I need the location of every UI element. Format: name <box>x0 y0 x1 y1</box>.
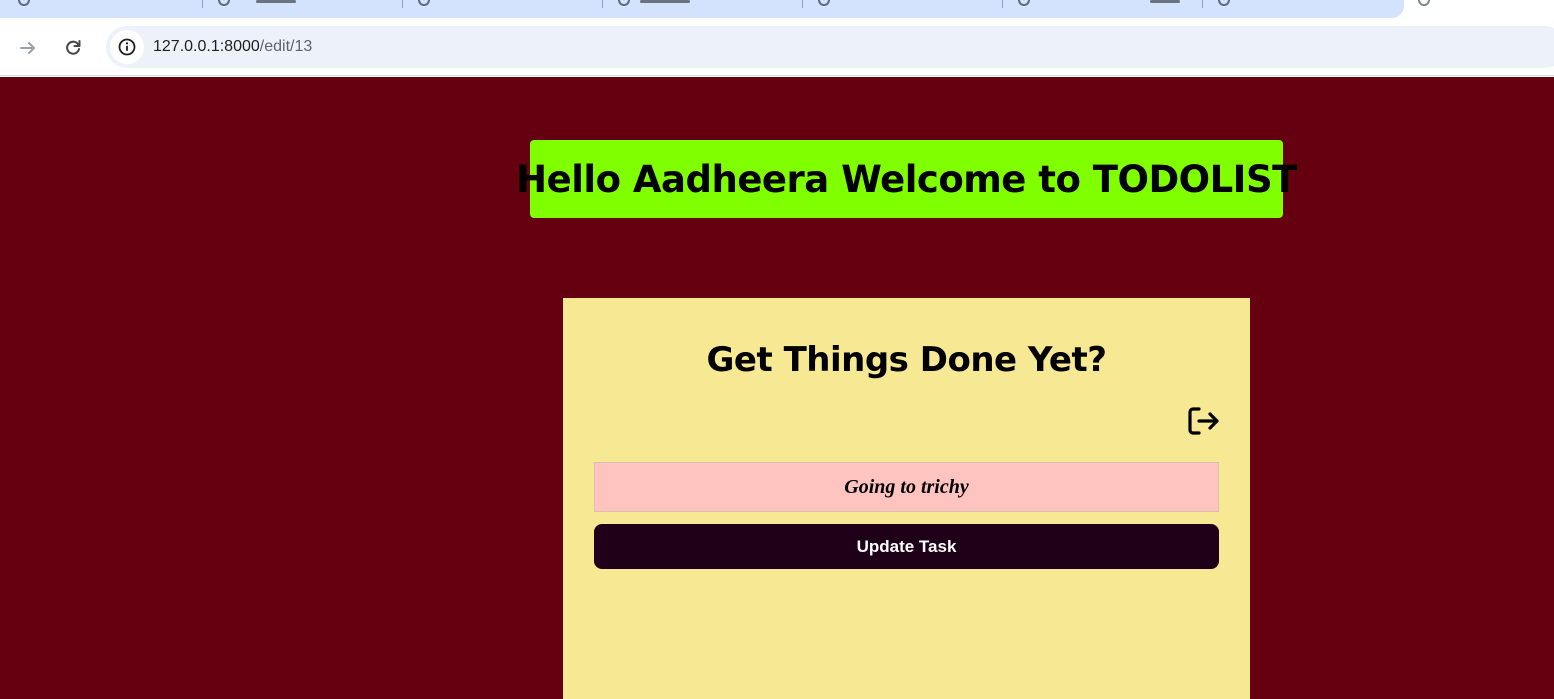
logout-button[interactable] <box>1187 406 1221 436</box>
logout-icon <box>1188 407 1219 435</box>
update-task-button[interactable]: Update Task <box>594 524 1219 569</box>
tab-strip <box>0 0 1554 20</box>
url-path: /edit/13 <box>259 38 313 55</box>
tab-separator <box>1002 0 1003 8</box>
todo-card: Get Things Done Yet? Update Task <box>563 298 1250 699</box>
reload-button[interactable] <box>57 32 89 64</box>
browser-toolbar: 127.0.0.1:8000/edit/13 <box>0 20 1554 76</box>
tab-separator <box>802 0 803 8</box>
card-title: Get Things Done Yet? <box>706 340 1107 380</box>
tab-separator <box>402 0 403 8</box>
tab-separator <box>1202 0 1203 8</box>
address-bar[interactable]: 127.0.0.1:8000/edit/13 <box>106 26 1554 68</box>
active-tab-favicon-icon[interactable] <box>1418 0 1430 6</box>
tab-separator <box>202 0 203 8</box>
info-icon <box>118 38 136 56</box>
tab-title-stub <box>640 0 690 3</box>
task-input[interactable] <box>594 462 1219 512</box>
tab-title-stub <box>1150 0 1180 3</box>
url-host: 127.0.0.1:8000 <box>153 38 260 55</box>
welcome-banner: Hello Aadheera Welcome to TODOLIST <box>516 140 1297 218</box>
tab-separator <box>602 0 603 8</box>
forward-button[interactable] <box>12 32 44 64</box>
site-info-button[interactable] <box>110 30 144 64</box>
welcome-heading: Hello Aadheera Welcome to TODOLIST <box>516 157 1297 201</box>
page-body: Hello Aadheera Welcome to TODOLIST Get T… <box>0 77 1554 699</box>
reload-icon <box>66 40 81 55</box>
tab-bar <box>0 0 1404 18</box>
tab-title-stub <box>256 0 296 3</box>
url-text[interactable]: 127.0.0.1:8000/edit/13 <box>153 38 312 56</box>
arrow-right-icon <box>20 42 35 54</box>
